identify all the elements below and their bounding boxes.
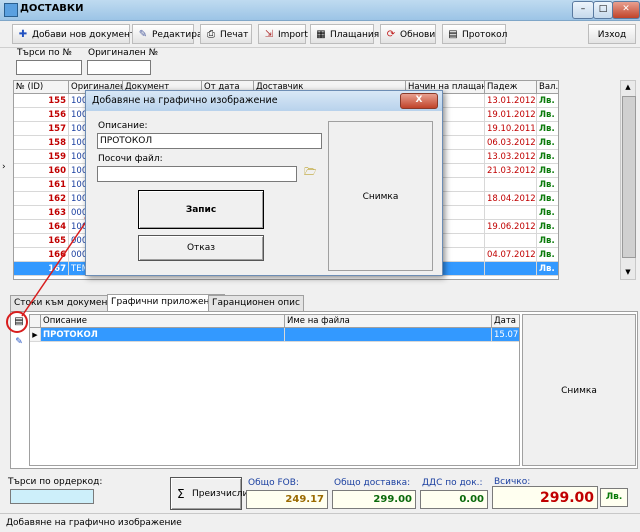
dialog-title: Добавяне на графично изображение <box>86 91 442 111</box>
add-image-dialog: Добавяне на графично изображение X Описа… <box>85 90 443 276</box>
description-input[interactable]: ПРОТОКОЛ <box>97 133 322 149</box>
description-label: Описание: <box>98 121 148 131</box>
file-input[interactable] <box>97 166 297 182</box>
dialog-close-button[interactable]: X <box>400 93 438 109</box>
file-label: Посочи файл: <box>98 154 163 164</box>
cancel-button[interactable]: Отказ <box>138 235 264 261</box>
folder-icon[interactable]: 🗁 <box>304 167 318 179</box>
dialog-preview-area[interactable]: Снимка <box>328 121 433 271</box>
save-button[interactable]: Запис <box>138 190 264 229</box>
